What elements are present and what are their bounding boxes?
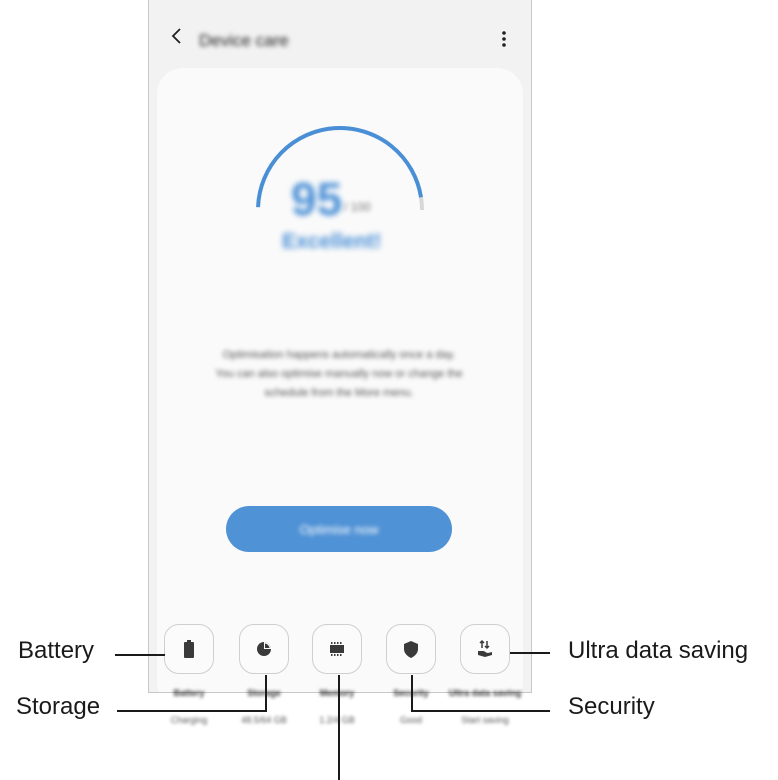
- shield-icon: [404, 641, 418, 658]
- pie-chart-icon: [257, 642, 271, 656]
- ultra-data-saving-value: Start saving: [461, 715, 509, 725]
- storage-button[interactable]: [239, 624, 289, 674]
- description: Optimisation happens automatically once …: [148, 346, 530, 403]
- score-max: / 100: [344, 200, 371, 214]
- ultra-data-saving-callout-label: Ultra data saving: [568, 637, 749, 664]
- security-callout-line-v: [411, 675, 413, 712]
- description-line: Optimisation happens automatically once …: [222, 349, 456, 361]
- battery-icon: [184, 640, 194, 658]
- storage-callout-line-h: [117, 710, 267, 712]
- score-value: 95: [291, 173, 343, 225]
- security-value: Good: [399, 715, 423, 725]
- gauge-track: [419, 197, 424, 211]
- ultra-data-saving-callout-line: [510, 652, 550, 654]
- ultra-data-saving-button[interactable]: [460, 624, 510, 674]
- storage-value: 48.5/64 GB: [241, 715, 287, 725]
- screen: Device care 95 / 100 Excellent! Optimisa…: [0, 0, 778, 780]
- description-line: You can also optimise manually now or ch…: [215, 368, 463, 380]
- optimize-now-button[interactable]: Optimise now: [226, 506, 452, 552]
- description-line: schedule from the More menu.: [264, 387, 414, 399]
- page-title: Device care: [199, 31, 289, 50]
- optimize-now-label: Optimise now: [299, 521, 379, 537]
- score-status: Excellent!: [282, 230, 382, 253]
- storage-callout-line-v: [265, 675, 267, 712]
- memory-callout-line: [338, 675, 340, 780]
- memory-label: Memory: [319, 688, 355, 698]
- battery-callout-label: Battery: [18, 637, 95, 664]
- data-saving-icon: [478, 639, 492, 657]
- security-button[interactable]: [386, 624, 436, 674]
- top-bar: Device care: [149, 0, 531, 64]
- ultra-data-saving-label: Ultra data saving: [448, 688, 522, 698]
- storage-callout-label: Storage: [16, 693, 101, 720]
- memory-button[interactable]: [312, 624, 362, 674]
- battery-button[interactable]: [164, 624, 214, 674]
- storage-label: Storage: [247, 688, 281, 698]
- memory-chip-icon: [330, 642, 344, 656]
- more-options-icon[interactable]: [501, 30, 507, 48]
- memory-value: 1.2/4 GB: [319, 715, 355, 725]
- back-icon[interactable]: [167, 26, 187, 46]
- battery-value: Charging: [170, 715, 208, 725]
- battery-label: Battery: [173, 688, 205, 698]
- security-callout-line-h: [411, 710, 550, 712]
- security-callout-label: Security: [568, 693, 655, 720]
- battery-callout-line: [115, 654, 165, 656]
